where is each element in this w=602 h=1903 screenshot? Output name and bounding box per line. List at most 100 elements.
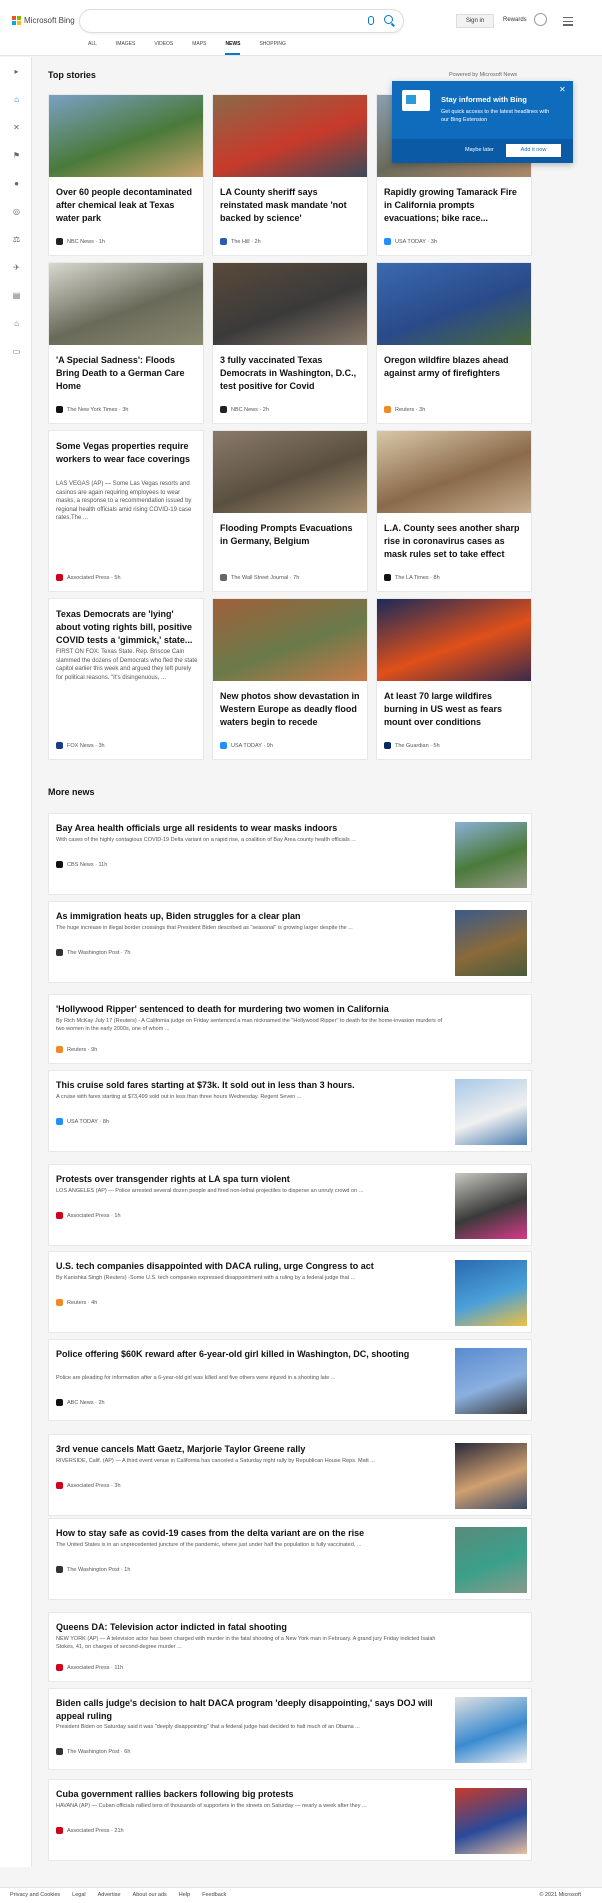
news-title[interactable]: Police offering $60K reward after 6-year… — [56, 1348, 446, 1361]
news-list-item[interactable]: U.S. tech companies disappointed with DA… — [48, 1251, 532, 1333]
top-story-card[interactable]: L.A. County sees another sharp rise in c… — [376, 430, 532, 592]
story-title[interactable]: Rapidly growing Tamarack Fire in Califor… — [384, 186, 526, 225]
news-title[interactable]: How to stay safe as covid-19 cases from … — [56, 1527, 446, 1540]
top-story-card[interactable]: Some Vegas properties require workers to… — [48, 430, 204, 592]
search-input[interactable] — [80, 10, 320, 32]
news-title[interactable]: Cuba government rallies backers followin… — [56, 1788, 446, 1801]
news-list-item[interactable]: Police offering $60K reward after 6-year… — [48, 1339, 532, 1421]
news-title[interactable]: 'Hollywood Ripper' sentenced to death fo… — [56, 1003, 446, 1016]
rewards-link[interactable]: Rewards — [503, 17, 527, 23]
rocket-icon[interactable]: ✈ — [12, 263, 21, 272]
news-thumbnail[interactable] — [455, 910, 527, 976]
top-story-card[interactable]: 3 fully vaccinated Texas Democrats in Wa… — [212, 262, 368, 424]
news-title[interactable]: As immigration heats up, Biden struggles… — [56, 910, 446, 923]
footer-link[interactable]: Advertise — [98, 1892, 121, 1898]
flag-icon[interactable]: ⚑ — [12, 151, 21, 160]
tab-maps[interactable]: MAPS — [192, 41, 206, 55]
story-title[interactable]: L.A. County sees another sharp rise in c… — [384, 522, 526, 561]
footer-link[interactable]: Feedback — [202, 1892, 226, 1898]
money-icon[interactable]: ▭ — [12, 347, 21, 356]
close-icon[interactable]: ✕ — [559, 85, 566, 94]
sign-in-button[interactable]: Sign in — [456, 14, 494, 28]
story-image[interactable] — [213, 95, 367, 177]
news-list-item[interactable]: As immigration heats up, Biden struggles… — [48, 901, 532, 983]
news-title[interactable]: Protests over transgender rights at LA s… — [56, 1173, 446, 1186]
news-thumbnail[interactable] — [455, 1348, 527, 1414]
news-title[interactable]: Bay Area health officials urge all resid… — [56, 822, 446, 835]
top-story-card[interactable]: Oregon wildfire blazes ahead against arm… — [376, 262, 532, 424]
news-list-item[interactable]: Queens DA: Television actor indicted in … — [48, 1612, 532, 1682]
news-list-item[interactable]: Biden calls judge's decision to halt DAC… — [48, 1688, 532, 1770]
news-list-item[interactable]: 'Hollywood Ripper' sentenced to death fo… — [48, 994, 532, 1064]
story-title[interactable]: At least 70 large wildfires burning in U… — [384, 690, 526, 729]
tab-shopping[interactable]: SHOPPING — [259, 41, 285, 55]
news-title[interactable]: 3rd venue cancels Matt Gaetz, Marjorie T… — [56, 1443, 446, 1456]
news-title[interactable]: Queens DA: Television actor indicted in … — [56, 1621, 446, 1634]
news-list-item[interactable]: Bay Area health officials urge all resid… — [48, 813, 532, 895]
news-thumbnail[interactable] — [455, 1443, 527, 1509]
story-title[interactable]: Flooding Prompts Evacuations in Germany,… — [220, 522, 362, 548]
story-title[interactable]: Some Vegas properties require workers to… — [56, 440, 198, 466]
news-list-item[interactable]: This cruise sold fares starting at $73k.… — [48, 1070, 532, 1152]
news-thumbnail[interactable] — [455, 1788, 527, 1854]
story-image[interactable] — [213, 599, 367, 681]
footer-link[interactable]: Privacy and Cookies — [10, 1892, 60, 1898]
news-list-item[interactable]: 3rd venue cancels Matt Gaetz, Marjorie T… — [48, 1434, 532, 1516]
story-title[interactable]: Over 60 people decontaminated after chem… — [56, 186, 198, 225]
news-thumbnail[interactable] — [455, 1079, 527, 1145]
tab-all[interactable]: ALL — [88, 41, 97, 55]
globe-icon[interactable]: ◎ — [12, 207, 21, 216]
news-title[interactable]: U.S. tech companies disappointed with DA… — [56, 1260, 446, 1273]
tab-news[interactable]: NEWS — [225, 41, 241, 55]
rewards-trophy-icon[interactable] — [534, 13, 547, 26]
top-story-card[interactable]: 'A Special Sadness': Floods Bring Death … — [48, 262, 204, 424]
science-icon[interactable]: ✕ — [12, 123, 21, 132]
footer-link[interactable]: Help — [179, 1892, 190, 1898]
hamburger-menu-icon[interactable] — [563, 17, 573, 28]
story-image[interactable] — [49, 263, 203, 345]
story-title[interactable]: Oregon wildfire blazes ahead against arm… — [384, 354, 526, 380]
news-thumbnail[interactable] — [455, 1260, 527, 1326]
story-title[interactable]: 3 fully vaccinated Texas Democrats in Wa… — [220, 354, 362, 393]
maybe-later-button[interactable]: Maybe later — [465, 147, 494, 153]
top-story-card[interactable]: LA County sheriff says reinstated mask m… — [212, 94, 368, 256]
story-image[interactable] — [49, 95, 203, 177]
entertainment-icon[interactable]: ▤ — [12, 291, 21, 300]
news-title[interactable]: Biden calls judge's decision to halt DAC… — [56, 1697, 446, 1723]
news-list-item[interactable]: Protests over transgender rights at LA s… — [48, 1164, 532, 1246]
expand-icon[interactable]: ▸ — [12, 67, 21, 76]
microphone-icon[interactable] — [368, 16, 374, 25]
home-icon[interactable]: ⌂ — [12, 95, 21, 104]
story-image[interactable] — [377, 431, 531, 513]
story-image[interactable] — [213, 431, 367, 513]
top-story-card[interactable]: Texas Democrats are 'lying' about voting… — [48, 598, 204, 760]
news-list-item[interactable]: How to stay safe as covid-19 cases from … — [48, 1518, 532, 1600]
story-image[interactable] — [377, 599, 531, 681]
news-list-item[interactable]: Cuba government rallies backers followin… — [48, 1779, 532, 1861]
politics-icon[interactable]: ⚖ — [12, 235, 21, 244]
news-thumbnail[interactable] — [455, 822, 527, 888]
story-title[interactable]: New photos show devastation in Western E… — [220, 690, 362, 729]
footer-link[interactable]: Legal — [72, 1892, 85, 1898]
top-story-card[interactable]: Flooding Prompts Evacuations in Germany,… — [212, 430, 368, 592]
search-icon[interactable] — [384, 15, 393, 24]
bank-icon[interactable]: ⌂ — [12, 319, 21, 328]
location-icon[interactable]: ● — [12, 179, 21, 188]
add-it-now-button[interactable]: Add it now — [506, 144, 561, 157]
tab-videos[interactable]: VIDEOS — [154, 41, 173, 55]
footer-link[interactable]: About our ads — [133, 1892, 167, 1898]
story-image[interactable] — [213, 263, 367, 345]
story-title[interactable]: Texas Democrats are 'lying' about voting… — [56, 608, 198, 647]
bing-logo[interactable]: Microsoft Bing — [12, 16, 75, 25]
story-title[interactable]: LA County sheriff says reinstated mask m… — [220, 186, 362, 225]
story-image[interactable] — [377, 263, 531, 345]
news-thumbnail[interactable] — [455, 1697, 527, 1763]
top-story-card[interactable]: New photos show devastation in Western E… — [212, 598, 368, 760]
news-thumbnail[interactable] — [455, 1173, 527, 1239]
top-story-card[interactable]: Over 60 people decontaminated after chem… — [48, 94, 204, 256]
story-title[interactable]: 'A Special Sadness': Floods Bring Death … — [56, 354, 198, 393]
top-story-card[interactable]: At least 70 large wildfires burning in U… — [376, 598, 532, 760]
news-title[interactable]: This cruise sold fares starting at $73k.… — [56, 1079, 446, 1092]
news-thumbnail[interactable] — [455, 1527, 527, 1593]
tab-images[interactable]: IMAGES — [116, 41, 135, 55]
